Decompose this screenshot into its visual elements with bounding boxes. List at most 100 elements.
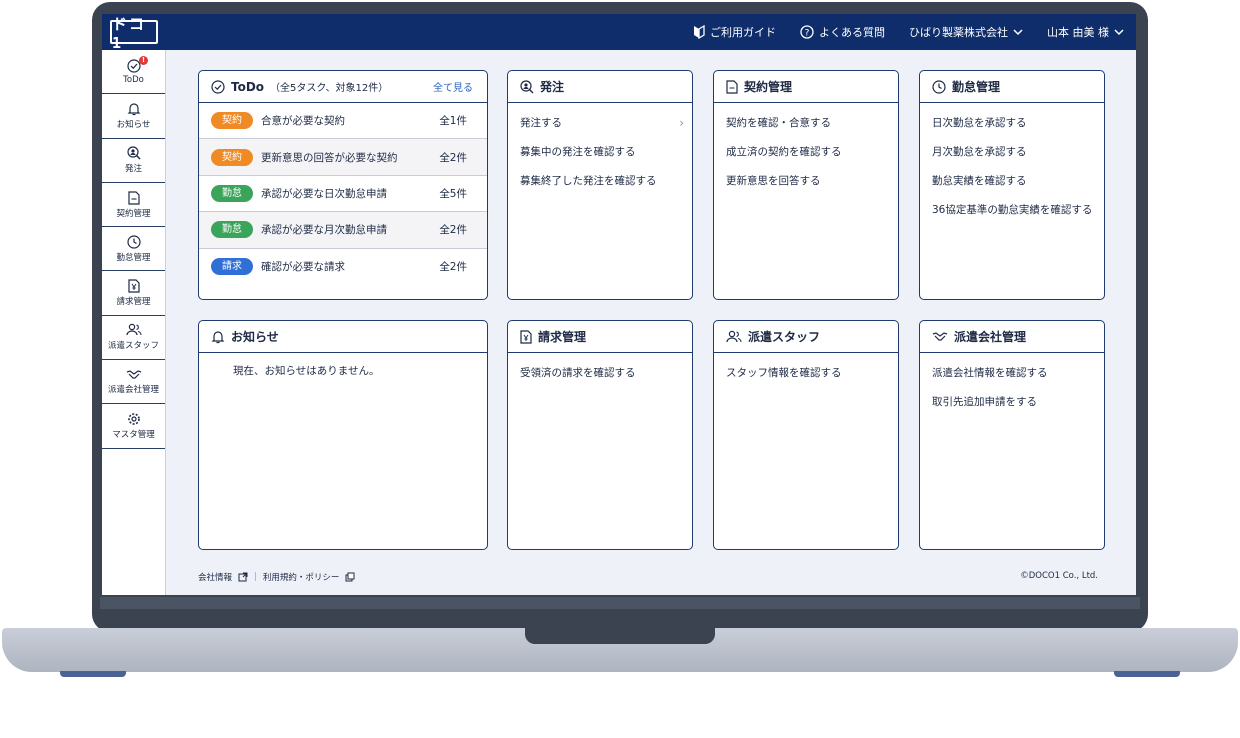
order-link[interactable]: 募集終了した発注を確認する — [520, 173, 680, 202]
sidebar-item-staff[interactable]: 派遣スタッフ — [102, 316, 165, 361]
copy-window-icon — [345, 572, 355, 582]
todo-badge: ! — [139, 56, 148, 65]
faq-label: よくある質問 — [819, 26, 885, 39]
user-menu[interactable]: 山本 由美 様 — [1047, 24, 1124, 40]
attendance-link[interactable]: 勤怠実績を確認する — [932, 173, 1092, 202]
order-link[interactable]: 募集中の発注を確認する — [520, 144, 680, 173]
attendance-link[interactable]: 月次勤怠を承認する — [932, 144, 1092, 173]
sidebar-item-notice[interactable]: お知らせ — [102, 94, 165, 139]
sidebar-item-label: ToDo — [123, 74, 144, 85]
order-link[interactable]: 発注する › — [520, 115, 684, 144]
agency-link[interactable]: 派遣会社情報を確認する — [932, 365, 1092, 394]
order-links: 発注する › 募集中の発注を確認する 募集終了した発注を確認する — [508, 103, 692, 202]
todo-row[interactable]: 契約 合意が必要な契約 全1件 — [199, 103, 487, 140]
notice-title: お知らせ — [231, 330, 279, 344]
laptop-notch — [525, 628, 715, 644]
check-circle-icon — [211, 79, 225, 94]
todo-card-header: ToDo （全5タスク、対象12件） 全て見る — [199, 71, 487, 103]
company-menu[interactable]: ひばり製薬株式会社 — [909, 24, 1023, 40]
attendance-card-header: 勤怠管理 — [920, 71, 1104, 103]
svg-text:?: ? — [805, 29, 810, 39]
user-name: 山本 由美 様 — [1047, 26, 1109, 39]
see-all-link[interactable]: 全て見る — [433, 79, 473, 94]
sidebar-item-billing[interactable]: 請求管理 — [102, 271, 165, 316]
todo-row[interactable]: 勤怠 承認が必要な月次勤怠申請 全2件 — [199, 212, 487, 249]
document-icon — [127, 190, 140, 205]
guide-label: ご利用ガイド — [710, 26, 776, 39]
sidebar-item-master[interactable]: マスタ管理 — [102, 404, 165, 449]
todo-text: 合意が必要な契約 — [261, 115, 345, 128]
document-icon — [726, 79, 738, 94]
staff-link[interactable]: スタッフ情報を確認する — [726, 365, 886, 394]
brand-logo[interactable]: ドコ1 — [110, 15, 158, 52]
header-bar: ドコ1 ご利用ガイド ? よくある質問 ひばり製薬株式会社 山本 由美 様 — [102, 14, 1136, 52]
contract-card-header: 契約管理 — [714, 71, 898, 103]
billing-link[interactable]: 受領済の請求を確認する — [520, 365, 680, 394]
laptop-foot-left — [60, 671, 126, 677]
billing-tag: 請求 — [211, 258, 253, 276]
people-icon — [726, 330, 742, 342]
person-search-icon — [520, 79, 534, 93]
todo-row[interactable]: 勤怠 承認が必要な日次勤怠申請 全5件 — [199, 176, 487, 213]
attendance-tag: 勤怠 — [211, 221, 253, 239]
sidebar-item-label: 派遣スタッフ — [107, 341, 159, 352]
company-name: ひばり製薬株式会社 — [909, 26, 1008, 39]
clock-icon — [932, 79, 946, 94]
staff-links: スタッフ情報を確認する — [714, 353, 898, 394]
agency-links: 派遣会社情報を確認する 取引先追加申請をする — [920, 353, 1104, 423]
attendance-links: 日次勤怠を承認する 月次勤怠を承認する 勤怠実績を確認する 36協定基準の勤怠実… — [920, 103, 1104, 231]
attendance-link[interactable]: 36協定基準の勤怠実績を確認する — [932, 202, 1092, 231]
todo-row[interactable]: 請求 確認が必要な請求 全2件 — [199, 249, 487, 285]
staff-card-header: 派遣スタッフ — [714, 321, 898, 353]
sidebar-item-label: 勤怠管理 — [116, 252, 151, 263]
attendance-card: 勤怠管理 日次勤怠を承認する 月次勤怠を承認する 勤怠実績を確認する 36協定基… — [919, 70, 1105, 300]
gear-icon — [127, 413, 140, 425]
attendance-link[interactable]: 日次勤怠を承認する — [932, 115, 1092, 144]
sidebar-item-label: 発注 — [124, 164, 142, 175]
yen-document-icon — [127, 279, 140, 293]
staff-card: 派遣スタッフ スタッフ情報を確認する — [713, 320, 899, 550]
todo-total: 全5件 — [439, 187, 467, 200]
contract-link[interactable]: 更新意思を回答する — [726, 173, 886, 202]
sidebar-item-order[interactable]: 発注 — [102, 139, 165, 183]
notice-card-header: お知らせ — [199, 321, 487, 353]
faq-link[interactable]: ? よくある質問 — [800, 24, 885, 40]
contract-links: 契約を確認・合意する 成立済の契約を確認する 更新意思を回答する — [714, 103, 898, 202]
todo-count: （全5タスク、対象12件） — [270, 83, 389, 94]
guide-link[interactable]: ご利用ガイド — [693, 24, 776, 40]
contract-tag: 契約 — [211, 148, 253, 166]
order-card: 発注 発注する › 募集中の発注を確認する 募集終了した発注を確認する — [507, 70, 693, 300]
agency-title: 派遣会社管理 — [954, 330, 1027, 344]
header-nav: ご利用ガイド ? よくある質問 ひばり製薬株式会社 山本 由美 様 — [693, 14, 1124, 50]
terms-link[interactable]: 利用規約・ポリシー — [263, 571, 340, 583]
order-link-label: 募集中の発注を確認する — [520, 146, 636, 158]
bell-icon — [211, 330, 225, 343]
agency-link[interactable]: 取引先追加申請をする — [932, 394, 1092, 423]
chevron-down-icon — [1013, 29, 1023, 36]
sidebar-item-label: 派遣会社管理 — [107, 384, 159, 395]
sidebar-item-contract[interactable]: 契約管理 — [102, 183, 165, 228]
billing-title: 請求管理 — [538, 330, 587, 344]
sidebar-item-label: マスタ管理 — [112, 430, 155, 441]
company-info-link[interactable]: 会社情報 — [198, 571, 232, 583]
sidebar-item-agency[interactable]: 派遣会社管理 — [102, 360, 165, 405]
contract-card: 契約管理 契約を確認・合意する 成立済の契約を確認する 更新意思を回答する — [713, 70, 899, 300]
handshake-icon — [126, 370, 141, 379]
notice-empty-text: 現在、お知らせはありません。 — [233, 365, 380, 377]
contract-link[interactable]: 契約を確認・合意する — [726, 115, 886, 144]
notice-card: お知らせ 現在、お知らせはありません。 — [198, 320, 488, 550]
laptop-foot-right — [1114, 671, 1180, 677]
footer-divider: | — [254, 572, 257, 582]
order-card-header: 発注 — [508, 71, 692, 103]
contract-link[interactable]: 成立済の契約を確認する — [726, 144, 886, 173]
yen-document-icon — [520, 329, 532, 344]
contract-tag: 契約 — [211, 112, 253, 130]
todo-row[interactable]: 契約 更新意思の回答が必要な契約 全2件 — [199, 139, 487, 176]
sidebar-item-label: 請求管理 — [116, 297, 151, 308]
sidebar-item-todo[interactable]: ! ToDo — [102, 50, 165, 95]
sidebar-item-attendance[interactable]: 勤怠管理 — [102, 227, 165, 272]
people-icon — [125, 324, 142, 336]
agency-card: 派遣会社管理 派遣会社情報を確認する 取引先追加申請をする — [919, 320, 1105, 550]
todo-text: 承認が必要な日次勤怠申請 — [261, 187, 387, 200]
todo-total: 全2件 — [439, 151, 467, 164]
